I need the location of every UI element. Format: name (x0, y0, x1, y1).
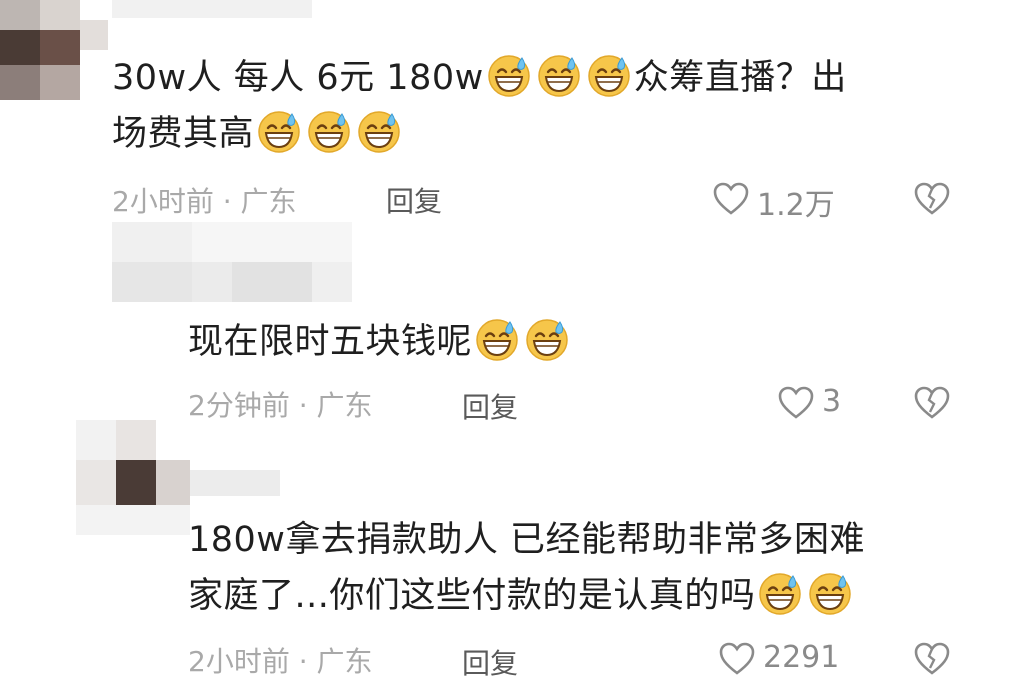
comment-text: 180w拿去捐款助人 已经能帮助非常多困难 (188, 520, 866, 560)
location: · 广东 (222, 185, 297, 218)
grinning-sweat-emoji-icon (807, 570, 853, 616)
comment-text: 众筹直播？出 (633, 58, 847, 98)
comment-text-line-2: 家庭了...你们这些付款的是认真的吗 (188, 568, 855, 624)
comment-meta: 2分钟前 · 广东 (188, 384, 373, 424)
like-count: 2291 (763, 640, 840, 675)
grinning-sweat-emoji-icon (586, 52, 632, 98)
like-count: 1.2万 (757, 188, 835, 223)
comment-meta: 2小时前 · 广东 (188, 640, 373, 680)
comment-text: 家庭了...你们这些付款的是认真的吗 (188, 576, 756, 616)
comment-text-line-1: 180w拿去捐款助人 已经能帮助非常多困难 (188, 512, 865, 568)
comment-meta: 2小时前 · 广东 (112, 180, 297, 220)
comment-text: 现在限时五块钱呢 (188, 322, 473, 362)
grinning-sweat-emoji-icon (524, 316, 570, 362)
reply-button[interactable]: 回复 (462, 386, 518, 426)
grinning-sweat-emoji-icon (486, 52, 532, 98)
grinning-sweat-emoji-icon (356, 108, 402, 154)
heart-outline-icon[interactable] (778, 386, 814, 420)
timestamp: 2分钟前 (188, 389, 290, 422)
timestamp: 2小时前 (188, 645, 290, 678)
heart-outline-icon[interactable] (713, 182, 749, 216)
reply-button[interactable]: 回复 (462, 642, 518, 682)
location: · 广东 (298, 645, 373, 678)
username-blurred[interactable] (112, 0, 312, 18)
comment-text-line-1: 30w人 每人 6元 180w 众筹直播？出 (112, 50, 847, 106)
comment-text: 30w人 每人 6元 180w (112, 58, 484, 98)
grinning-sweat-emoji-icon (536, 52, 582, 98)
location: · 广东 (298, 389, 373, 422)
broken-heart-icon[interactable] (914, 386, 950, 420)
reply-button[interactable]: 回复 (386, 180, 442, 220)
heart-outline-icon[interactable] (719, 642, 755, 676)
grinning-sweat-emoji-icon (757, 570, 803, 616)
grinning-sweat-emoji-icon (256, 108, 302, 154)
grinning-sweat-emoji-icon (474, 316, 520, 362)
grinning-sweat-emoji-icon (306, 108, 352, 154)
comment-text-line-1: 现在限时五块钱呢 (188, 314, 572, 370)
like-count: 3 (822, 384, 842, 419)
comment-text-line-2: 场费其高 (112, 106, 404, 162)
comment-text: 场费其高 (112, 114, 255, 154)
broken-heart-icon[interactable] (914, 642, 950, 676)
broken-heart-icon[interactable] (914, 182, 950, 216)
timestamp: 2小时前 (112, 185, 214, 218)
